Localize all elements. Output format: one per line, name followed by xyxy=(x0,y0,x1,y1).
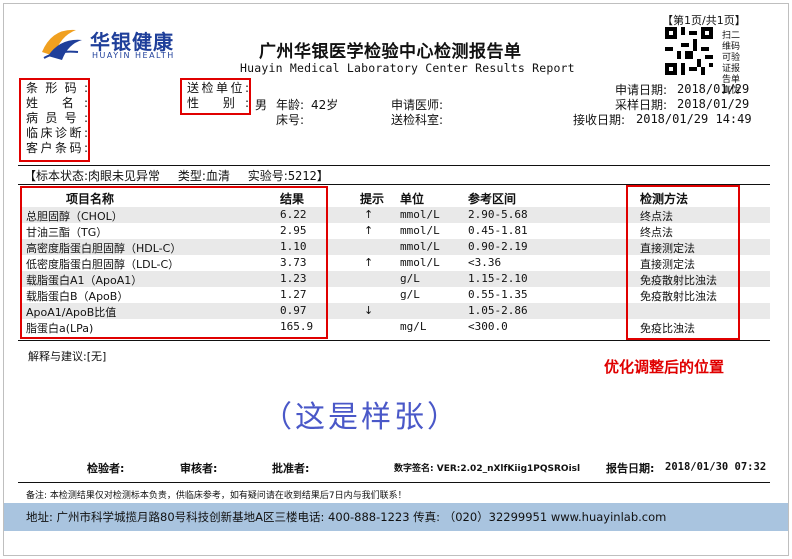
status-label: 【标本状态: xyxy=(24,169,89,183)
lab-no-value: 5212】 xyxy=(287,169,329,183)
col-flag: 提示 xyxy=(360,192,385,206)
cell-range: <3.36 xyxy=(468,256,502,269)
logo-icon xyxy=(38,22,86,62)
optimized-position-note: 优化调整后的位置 xyxy=(604,358,725,376)
cell-flag: ↑ xyxy=(364,208,374,221)
report-subtitle: Huayin Medical Laboratory Center Results… xyxy=(240,61,575,75)
cell-unit: mmol/L xyxy=(400,208,440,221)
receive-date: 2018/01/29 14:49 xyxy=(636,112,752,126)
highlight-box-results xyxy=(20,186,328,339)
reviewer-label: 审核者: xyxy=(180,462,218,475)
digital-signature: 数字签名: VER:2.02_nXlfKiig1PQSROisl xyxy=(394,464,581,474)
footer-bar: 地址: 广州市科学城揽月路80号科技创新基地A区三楼电话: 400-888-12… xyxy=(4,503,788,531)
logo-subtext: HUAYIN HEALTH xyxy=(92,51,175,60)
cell-unit: mmol/L xyxy=(400,224,440,237)
cell-range: 0.90-2.19 xyxy=(468,240,528,253)
cell-unit: mmol/L xyxy=(400,256,440,269)
dept-label: 送检科室: xyxy=(391,113,444,127)
qr-code-icon xyxy=(665,27,713,75)
cell-unit: mg/L xyxy=(400,320,427,333)
receive-date-label: 接收日期: xyxy=(573,113,626,127)
cell-range: 0.55-1.35 xyxy=(468,288,528,301)
cell-unit: g/L xyxy=(400,288,420,301)
report-date-label: 报告日期: xyxy=(606,462,655,475)
cell-range: 1.15-2.10 xyxy=(468,272,528,285)
status-value: 肉眼未见异常 xyxy=(88,169,161,183)
cell-range: 1.05-2.86 xyxy=(468,304,528,317)
bed-label: 床号: xyxy=(276,113,305,127)
approver-label: 批准者: xyxy=(272,462,310,475)
collect-date: 2018/01/29 xyxy=(677,97,750,111)
col-range: 参考区间 xyxy=(468,192,517,206)
cell-range: <300.0 xyxy=(468,320,508,333)
footer-note: 备注: 本检测结果仅对检测标本负责，供临床参考，如有疑问请在收到结果后7日内与我… xyxy=(26,491,407,501)
report-date: 2018/01/30 07:32 xyxy=(665,461,767,473)
page-indicator: 【第1页/共1页】 xyxy=(662,14,746,27)
col-unit: 单位 xyxy=(400,192,425,206)
highlight-box-unit xyxy=(180,78,251,115)
report-title: 广州华银医学检验中心检测报告单 xyxy=(259,42,522,62)
footer-address: 地址: 广州市科学城揽月路80号科技创新基地A区三楼电话: 400-888-12… xyxy=(26,510,667,524)
apply-date: 2018/01/29 xyxy=(677,82,750,96)
advice-text: 解释与建议:[无] xyxy=(28,350,107,363)
divider-footer xyxy=(18,482,770,483)
highlight-box-patient xyxy=(19,78,90,162)
type-label: 类型: xyxy=(177,169,206,183)
sex-value: 男 xyxy=(255,98,268,112)
sample-watermark: （这是样张） xyxy=(262,400,460,435)
highlight-box-method xyxy=(626,185,740,340)
divider-table-bottom xyxy=(18,340,770,341)
age-value: 42岁 xyxy=(311,98,339,112)
cell-range: 0.45-1.81 xyxy=(468,224,528,237)
divider-top xyxy=(18,165,770,166)
cell-flag: ↑ xyxy=(364,224,374,237)
tester-label: 检验者: xyxy=(87,462,125,475)
cell-unit: mmol/L xyxy=(400,240,440,253)
cell-range: 2.90-5.68 xyxy=(468,208,528,221)
cell-flag: ↑ xyxy=(364,256,374,269)
cell-flag: ↓ xyxy=(364,304,374,317)
type-value: 血清 xyxy=(205,169,230,183)
lab-no-label: 实验号: xyxy=(247,169,288,183)
specimen-status-line: 【标本状态:肉眼未见异常 类型:血清 实验号:5212】 xyxy=(24,167,329,184)
cell-unit: g/L xyxy=(400,272,420,285)
